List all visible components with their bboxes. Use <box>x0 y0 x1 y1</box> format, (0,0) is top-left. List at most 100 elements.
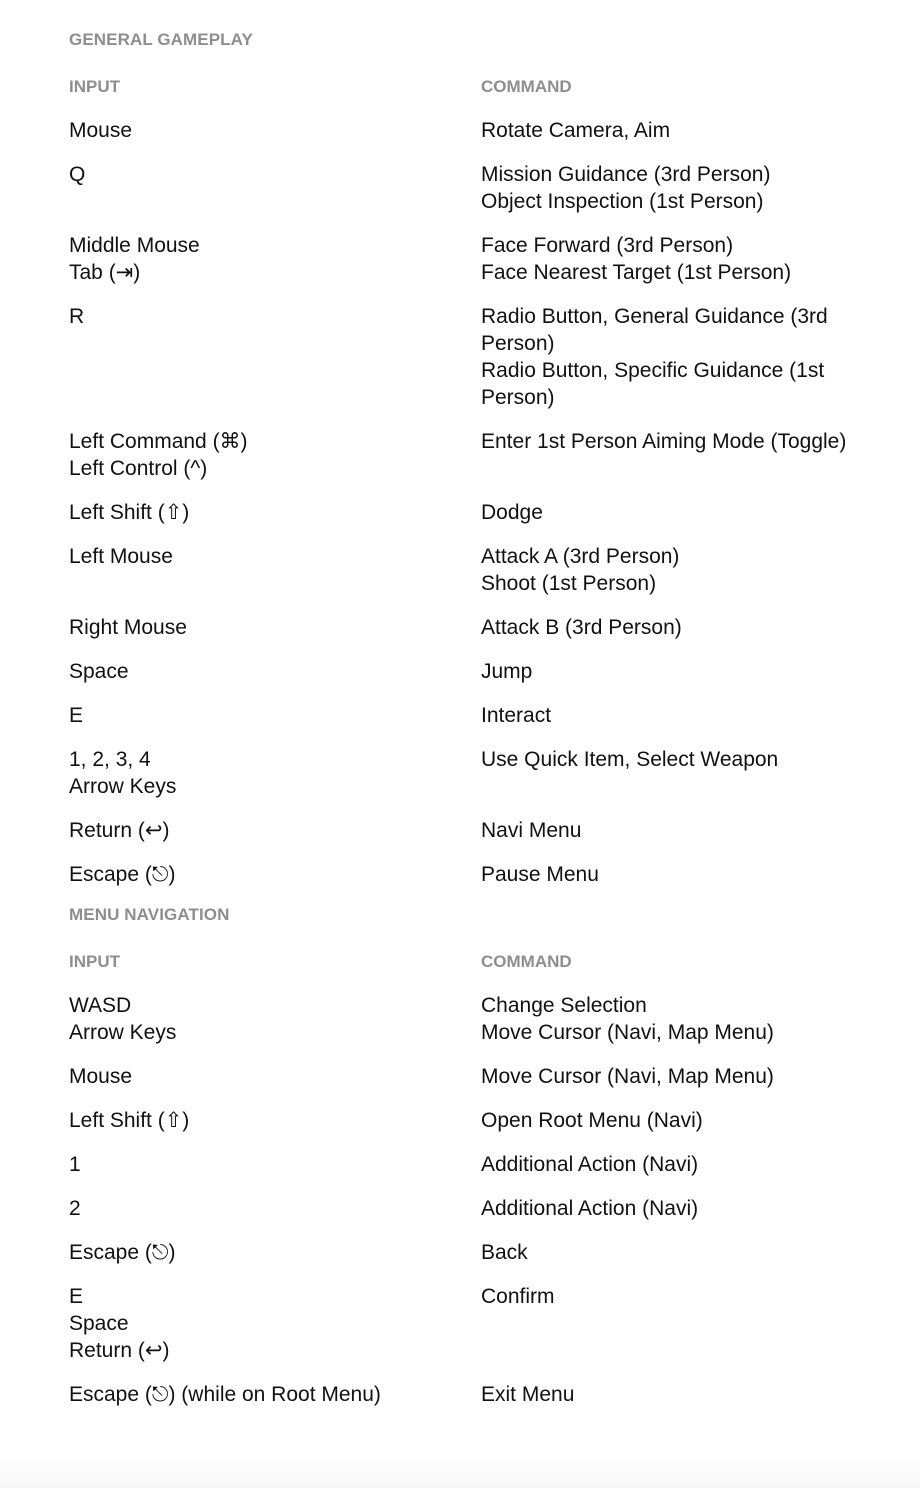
table-row: Space Jump <box>69 658 920 685</box>
table-row: Mouse Move Cursor (Navi, Map Menu) <box>69 1063 920 1090</box>
command-cell: Exit Menu <box>481 1381 901 1408</box>
table-row: R Radio Button, General Guidance (3rd Per… <box>69 303 920 411</box>
command-cell: Attack A (3rd Person) Shoot (1st Person) <box>481 543 901 597</box>
command-text: Attack A (3rd Person) <box>481 545 680 568</box>
table-row: Middle Mouse Tab (⇥) Face Forward (3rd Per… <box>69 232 920 286</box>
input-cell: 1, 2, 3, 4 Arrow Keys <box>69 746 481 800</box>
command-text: Interact <box>481 704 552 727</box>
command-text: Navi Menu <box>481 819 582 842</box>
input-key: Left Shift (⇧) <box>69 501 190 524</box>
command-cell: Back <box>481 1239 901 1266</box>
input-cell: Escape (⎋) <box>69 1239 481 1266</box>
command-cell: Jump <box>481 658 901 685</box>
table-row: E Interact <box>69 702 920 729</box>
command-text: Object Inspection (1st Person) <box>481 190 764 213</box>
command-text: Mission Guidance (3rd Person) <box>481 163 771 186</box>
input-cell: Mouse <box>69 117 481 144</box>
table-row: Q Mission Guidance (3rd Person) Object Ins… <box>69 161 920 215</box>
input-key: Tab (⇥) <box>69 261 141 284</box>
input-key: 1, 2, 3, 4 <box>69 748 151 771</box>
command-text: Face Nearest Target (1st Person) <box>481 261 792 284</box>
command-text: Change Selection <box>481 994 647 1017</box>
table-row: 2 Additional Action (Navi) <box>69 1195 920 1222</box>
table-row: Left Command (⌘) Left Control (^) Enter 1s… <box>69 428 920 482</box>
command-cell: Change Selection Move Cursor (Navi, Map M… <box>481 992 901 1046</box>
section-menu-navigation: MENU NAVIGATION INPUT COMMAND WASD Arrow Key… <box>69 905 920 1408</box>
input-key: Arrow Keys <box>69 775 177 798</box>
input-cell: Left Command (⌘) Left Control (^) <box>69 428 481 482</box>
input-cell: Space <box>69 658 481 685</box>
input-cell: Escape (⎋) (while on Root Menu) <box>69 1381 481 1408</box>
command-text: Dodge <box>481 501 543 524</box>
table-row: Escape (⎋) Back <box>69 1239 920 1266</box>
input-key: Left Command (⌘) <box>69 430 248 453</box>
command-cell: Confirm <box>481 1283 901 1364</box>
table-row: Left Mouse Attack A (3rd Person) Shoot (1s… <box>69 543 920 597</box>
input-key: E <box>69 1285 84 1308</box>
command-text: Additional Action (Navi) <box>481 1153 699 1176</box>
table-row: 1, 2, 3, 4 Arrow Keys Use Quick Item, Sele… <box>69 746 920 800</box>
command-cell: Face Forward (3rd Person) Face Nearest Ta… <box>481 232 901 286</box>
input-cell: Left Shift (⇧) <box>69 1107 481 1134</box>
input-key: Mouse <box>69 1065 133 1088</box>
input-key: WASD <box>69 994 132 1017</box>
input-key: R <box>69 305 85 328</box>
input-cell: 1 <box>69 1151 481 1178</box>
input-cell: E Space Return (↩) <box>69 1283 481 1364</box>
input-column-header: INPUT <box>69 952 120 971</box>
command-cell: Navi Menu <box>481 817 901 844</box>
input-key: Escape (⎋) <box>69 1241 176 1264</box>
input-key: Right Mouse <box>69 616 187 639</box>
command-text: Use Quick Item, Select Weapon <box>481 748 779 771</box>
input-key: Space <box>69 660 129 683</box>
command-cell: Use Quick Item, Select Weapon <box>481 746 901 800</box>
command-column-header: COMMAND <box>481 77 572 96</box>
command-text: Back <box>481 1241 528 1264</box>
input-key: Left Shift (⇧) <box>69 1109 190 1132</box>
command-text: Additional Action (Navi) <box>481 1197 699 1220</box>
table-row: Escape (⎋) Pause Menu <box>69 861 920 888</box>
command-cell: Additional Action (Navi) <box>481 1151 901 1178</box>
command-text: Attack B (3rd Person) <box>481 616 682 639</box>
table-row: E Space Return (↩) Confirm <box>69 1283 920 1364</box>
table-header: INPUT COMMAND <box>69 77 920 117</box>
input-key: Q <box>69 163 86 186</box>
command-text: Jump <box>481 660 533 683</box>
command-text: Exit Menu <box>481 1383 575 1406</box>
input-key: Mouse <box>69 119 133 142</box>
table-row: Right Mouse Attack B (3rd Person) <box>69 614 920 641</box>
input-cell: Middle Mouse Tab (⇥) <box>69 232 481 286</box>
command-cell: Move Cursor (Navi, Map Menu) <box>481 1063 901 1090</box>
input-key: Return (↩) <box>69 1339 170 1362</box>
command-cell: Open Root Menu (Navi) <box>481 1107 901 1134</box>
input-cell: 2 <box>69 1195 481 1222</box>
input-key: Escape (⎋) (while on Root Menu) <box>69 1383 381 1406</box>
input-key: Left Control (^) <box>69 457 208 480</box>
table-row: WASD Arrow Keys Change Selection Move Curso… <box>69 992 920 1046</box>
command-cell: Radio Button, General Guidance (3rd Pers… <box>481 303 901 411</box>
command-text: Move Cursor (Navi, Map Menu) <box>481 1065 774 1088</box>
command-text: Face Forward (3rd Person) <box>481 234 734 257</box>
command-cell: Attack B (3rd Person) <box>481 614 901 641</box>
input-cell: Left Shift (⇧) <box>69 499 481 526</box>
input-key: 1 <box>69 1153 81 1176</box>
input-column-header: INPUT <box>69 77 120 96</box>
input-cell: Left Mouse <box>69 543 481 597</box>
input-cell: Return (↩) <box>69 817 481 844</box>
command-cell: Pause Menu <box>481 861 901 888</box>
controls-document: GENERAL GAMEPLAY INPUT COMMAND Mouse Rotate … <box>0 0 920 1408</box>
command-cell: Enter 1st Person Aiming Mode (Toggle) <box>481 428 901 482</box>
input-key: 2 <box>69 1197 81 1220</box>
input-key: Left Mouse <box>69 545 173 568</box>
command-text: Radio Button, General Guidance (3rd Pers… <box>481 305 828 355</box>
table-row: Return (↩) Navi Menu <box>69 817 920 844</box>
command-text: Enter 1st Person Aiming Mode (Toggle) <box>481 430 847 453</box>
table-row: Mouse Rotate Camera, Aim <box>69 117 920 144</box>
table-row: 1 Additional Action (Navi) <box>69 1151 920 1178</box>
table-row: Left Shift (⇧) Dodge <box>69 499 920 526</box>
input-key: Arrow Keys <box>69 1021 177 1044</box>
command-text: Move Cursor (Navi, Map Menu) <box>481 1021 774 1044</box>
command-cell: Additional Action (Navi) <box>481 1195 901 1222</box>
table-row: Left Shift (⇧) Open Root Menu (Navi) <box>69 1107 920 1134</box>
section-title: GENERAL GAMEPLAY <box>69 30 253 49</box>
